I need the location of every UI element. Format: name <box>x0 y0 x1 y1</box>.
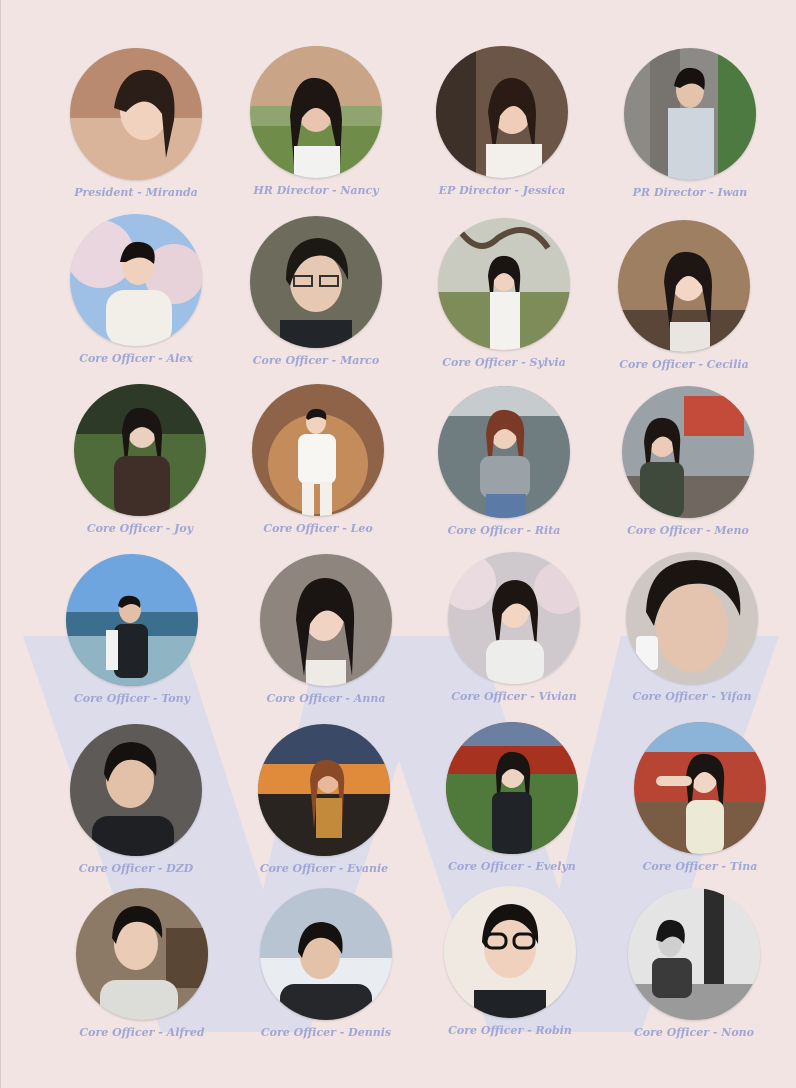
member-card: Core Officer - Rita <box>419 386 589 537</box>
portrait-photo <box>444 886 576 1018</box>
portrait-photo <box>76 888 208 1020</box>
member-card: Core Officer - Nono <box>609 888 779 1039</box>
member-caption: Core Officer - Joy <box>86 522 194 535</box>
member-caption: Core Officer - Robin <box>448 1024 572 1037</box>
member-caption: President - Miranda <box>74 186 198 199</box>
member-caption: Core Officer - Evelyn <box>448 860 576 873</box>
member-card: Core Officer - Joy <box>55 384 225 535</box>
member-card: Core Officer - Dennis <box>241 888 411 1039</box>
portrait-photo <box>448 552 580 684</box>
portrait-photo <box>628 888 760 1020</box>
portrait-photo <box>250 216 382 348</box>
portrait-photo <box>634 722 766 854</box>
portrait-photo <box>70 214 202 346</box>
member-card: Core Officer - Robin <box>425 886 595 1037</box>
portrait-photo <box>74 384 206 516</box>
portrait-photo <box>260 888 392 1020</box>
member-card: HR Director - Nancy <box>231 46 401 197</box>
member-caption: Core Officer - Dennis <box>260 1026 392 1039</box>
member-card: Core Officer - Cecilia <box>599 220 769 371</box>
portrait-photo <box>626 552 758 684</box>
member-caption: Core Officer - Anna <box>266 692 386 705</box>
member-card: Core Officer - Alex <box>51 214 221 365</box>
member-caption: Core Officer - Tony <box>74 692 190 705</box>
portrait-photo <box>252 384 384 516</box>
portrait-photo <box>438 386 570 518</box>
member-card: Core Officer - Tony <box>47 554 217 705</box>
member-card: Core Officer - Sylvia <box>419 218 589 369</box>
member-caption: Core Officer - Leo <box>263 522 373 535</box>
portrait-photo <box>250 46 382 178</box>
member-caption: Core Officer - Tina <box>642 860 758 873</box>
portrait-photo <box>260 554 392 686</box>
portrait-photo <box>624 48 756 180</box>
member-card: Core Officer - DZD <box>51 724 221 875</box>
portrait-photo <box>438 218 570 350</box>
portrait-photo <box>618 220 750 352</box>
member-caption: HR Director - Nancy <box>253 184 379 197</box>
portrait-photo <box>446 722 578 854</box>
member-card: Core Officer - Evelyn <box>427 722 597 873</box>
portrait-photo <box>436 46 568 178</box>
member-card: PR Director - Iwan <box>605 48 775 199</box>
member-card: Core Officer - Tina <box>615 722 785 873</box>
member-card: Core Officer - Leo <box>233 384 403 535</box>
portrait-photo <box>66 554 198 686</box>
member-caption: Core Officer - Alex <box>79 352 193 365</box>
member-caption: Core Officer - Nono <box>633 1026 755 1039</box>
member-caption: Core Officer - Meno <box>627 524 749 537</box>
member-caption: Core Officer - Vivian <box>451 690 577 703</box>
portrait-photo <box>258 724 390 856</box>
member-caption: Core Officer - Evanie <box>259 862 389 875</box>
member-card: Core Officer - Yifan <box>607 552 777 703</box>
member-caption: Core Officer - Marco <box>252 354 380 367</box>
member-card: Core Officer - Marco <box>231 216 401 367</box>
member-caption: Core Officer - Sylvia <box>442 356 566 369</box>
member-caption: Core Officer - Rita <box>447 524 561 537</box>
member-card: Core Officer - Evanie <box>239 724 409 875</box>
member-caption: Core Officer - Cecilia <box>619 358 749 371</box>
member-caption: EP Director - Jessica <box>438 184 566 197</box>
portrait-photo <box>70 724 202 856</box>
portrait-photo <box>622 386 754 518</box>
officer-board: President - Miranda HR Director - Nancy … <box>0 0 796 1088</box>
member-card: Core Officer - Anna <box>241 554 411 705</box>
member-caption: Core Officer - DZD <box>78 862 194 875</box>
member-caption: Core Officer - Yifan <box>632 690 752 703</box>
member-caption: PR Director - Iwan <box>632 186 748 199</box>
member-card: Core Officer - Vivian <box>429 552 599 703</box>
member-card: President - Miranda <box>51 48 221 199</box>
member-card: Core Officer - Meno <box>603 386 773 537</box>
member-card: Core Officer - Alfred <box>57 888 227 1039</box>
member-caption: Core Officer - Alfred <box>79 1026 205 1039</box>
portrait-photo <box>70 48 202 180</box>
member-card: EP Director - Jessica <box>417 46 587 197</box>
